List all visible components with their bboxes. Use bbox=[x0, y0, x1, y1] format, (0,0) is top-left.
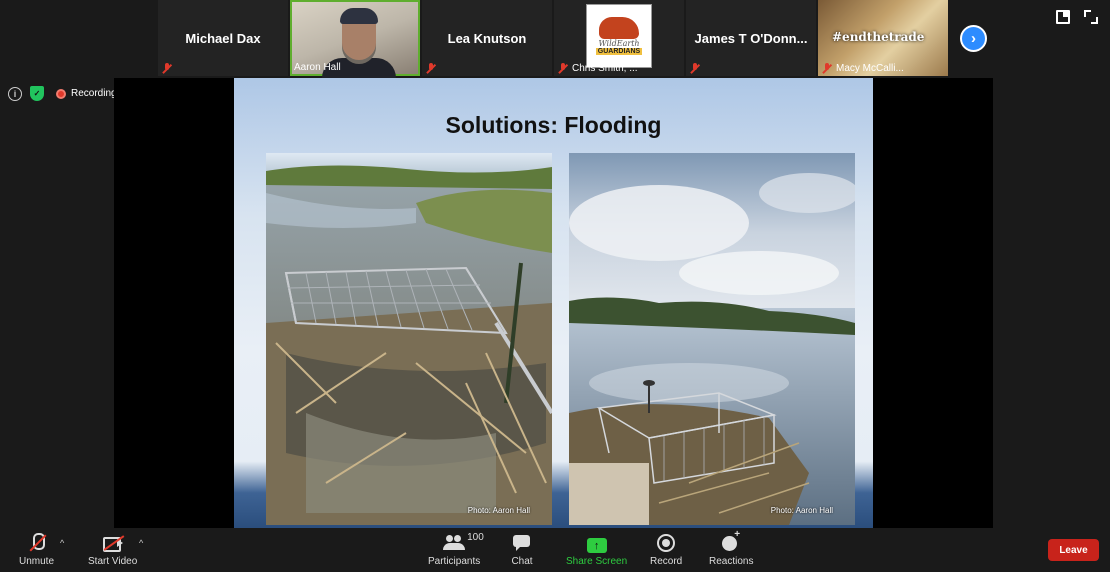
participant-tile[interactable]: #endthetrade Macy McCalli... bbox=[818, 0, 948, 76]
meeting-status-bar: i ✓ Recording bbox=[8, 86, 117, 101]
participant-name: Chris Smith, ... bbox=[572, 63, 638, 74]
start-video-label: Start Video bbox=[88, 556, 138, 567]
participant-strip: Michael Dax Aaron Hall Lea Knutson WildE… bbox=[158, 0, 948, 80]
participant-name-center: James T O'Donn... bbox=[694, 30, 808, 46]
fullscreen-icon[interactable] bbox=[1084, 10, 1098, 24]
zoom-meeting-window: Michael Dax Aaron Hall Lea Knutson WildE… bbox=[0, 0, 1110, 572]
recording-label: Recording bbox=[71, 88, 117, 99]
bear-icon bbox=[599, 17, 639, 39]
slide-photo-left: Photo: Aaron Hall bbox=[266, 153, 552, 525]
participant-tile[interactable]: Michael Dax bbox=[158, 0, 288, 76]
info-icon[interactable]: i bbox=[8, 86, 22, 101]
share-screen-button[interactable]: ↑ Share Screen bbox=[566, 535, 627, 567]
participant-tag bbox=[162, 63, 172, 74]
muted-mic-icon bbox=[426, 63, 436, 74]
participant-tile-active-speaker[interactable]: Aaron Hall bbox=[290, 0, 420, 80]
muted-mic-icon bbox=[162, 63, 172, 74]
next-page-arrow-icon[interactable]: › bbox=[960, 25, 987, 52]
video-person-cap bbox=[340, 8, 378, 24]
shield-icon[interactable]: ✓ bbox=[30, 86, 44, 101]
muted-mic-icon bbox=[558, 63, 568, 74]
participant-tag: Chris Smith, ... bbox=[558, 63, 638, 74]
chat-button[interactable]: Chat bbox=[511, 533, 533, 567]
participant-tile[interactable]: Lea Knutson bbox=[422, 0, 552, 76]
record-icon bbox=[655, 533, 677, 553]
participant-tile[interactable]: James T O'Donn... bbox=[686, 0, 816, 76]
chat-label: Chat bbox=[511, 556, 533, 567]
share-screen-label: Share Screen bbox=[566, 556, 628, 567]
record-label: Record bbox=[650, 556, 683, 567]
flooding-photo-pond-cage bbox=[569, 153, 855, 525]
wildearth-guardians-logo: WildEarth GUARDIANS bbox=[586, 4, 652, 68]
muted-mic-icon bbox=[822, 63, 832, 74]
presentation-slide: Solutions: Flooding Photo: Aaron Hall Ph… bbox=[234, 78, 873, 529]
slide-title: Solutions: Flooding bbox=[445, 112, 662, 138]
view-layout-icon[interactable] bbox=[1056, 10, 1070, 24]
participant-name: Macy McCalli... bbox=[836, 63, 904, 74]
participants-label: Participants bbox=[428, 556, 481, 567]
top-right-controls bbox=[1056, 10, 1098, 24]
participant-tag bbox=[426, 63, 436, 74]
microphone-muted-icon bbox=[26, 533, 48, 553]
recording-indicator[interactable]: Recording bbox=[56, 88, 117, 99]
record-dot-icon bbox=[56, 88, 66, 99]
audio-options-caret-icon[interactable]: ^ bbox=[60, 538, 64, 548]
slide-photo-right: Photo: Aaron Hall bbox=[569, 153, 855, 525]
participant-tag: Aaron Hall bbox=[294, 62, 341, 73]
record-button[interactable]: Record bbox=[650, 533, 682, 567]
logo-text: WildEarth bbox=[598, 39, 640, 48]
start-video-button[interactable]: Start Video bbox=[88, 533, 137, 567]
unmute-button[interactable]: Unmute bbox=[19, 533, 54, 567]
reactions-button[interactable]: Reactions bbox=[709, 529, 754, 567]
participant-name-center: Michael Dax bbox=[185, 30, 261, 46]
participants-icon: 100 bbox=[443, 532, 484, 553]
participant-tag bbox=[690, 63, 700, 74]
camera-off-icon bbox=[102, 533, 124, 553]
reactions-label: Reactions bbox=[709, 556, 754, 567]
chat-icon bbox=[511, 533, 533, 553]
participant-tag: Macy McCalli... bbox=[822, 63, 904, 74]
reactions-smiley-icon bbox=[720, 529, 742, 553]
flooding-photo-cage-reeds bbox=[266, 153, 552, 525]
photo-credit: Photo: Aaron Hall bbox=[467, 506, 530, 515]
profile-image-text: #endthetrade bbox=[832, 30, 925, 44]
unmute-label: Unmute bbox=[19, 556, 55, 567]
shared-screen: Solutions: Flooding Photo: Aaron Hall Ph… bbox=[114, 78, 993, 529]
participants-button[interactable]: 100 Participants bbox=[428, 532, 484, 567]
photo-credit: Photo: Aaron Hall bbox=[770, 506, 833, 515]
participant-name-center: Lea Knutson bbox=[447, 30, 527, 46]
logo-subtext: GUARDIANS bbox=[595, 48, 643, 55]
muted-mic-icon bbox=[690, 63, 700, 74]
participants-count: 100 bbox=[467, 532, 484, 543]
participant-name: Aaron Hall bbox=[294, 62, 341, 73]
leave-button[interactable]: Leave bbox=[1048, 539, 1099, 561]
participant-tile[interactable]: WildEarth GUARDIANS Chris Smith, ... bbox=[554, 0, 684, 76]
share-screen-icon: ↑ bbox=[586, 538, 607, 553]
video-options-caret-icon[interactable]: ^ bbox=[139, 538, 143, 548]
meeting-toolbar: Unmute ^ Start Video ^ 100 Participants … bbox=[0, 528, 1110, 572]
